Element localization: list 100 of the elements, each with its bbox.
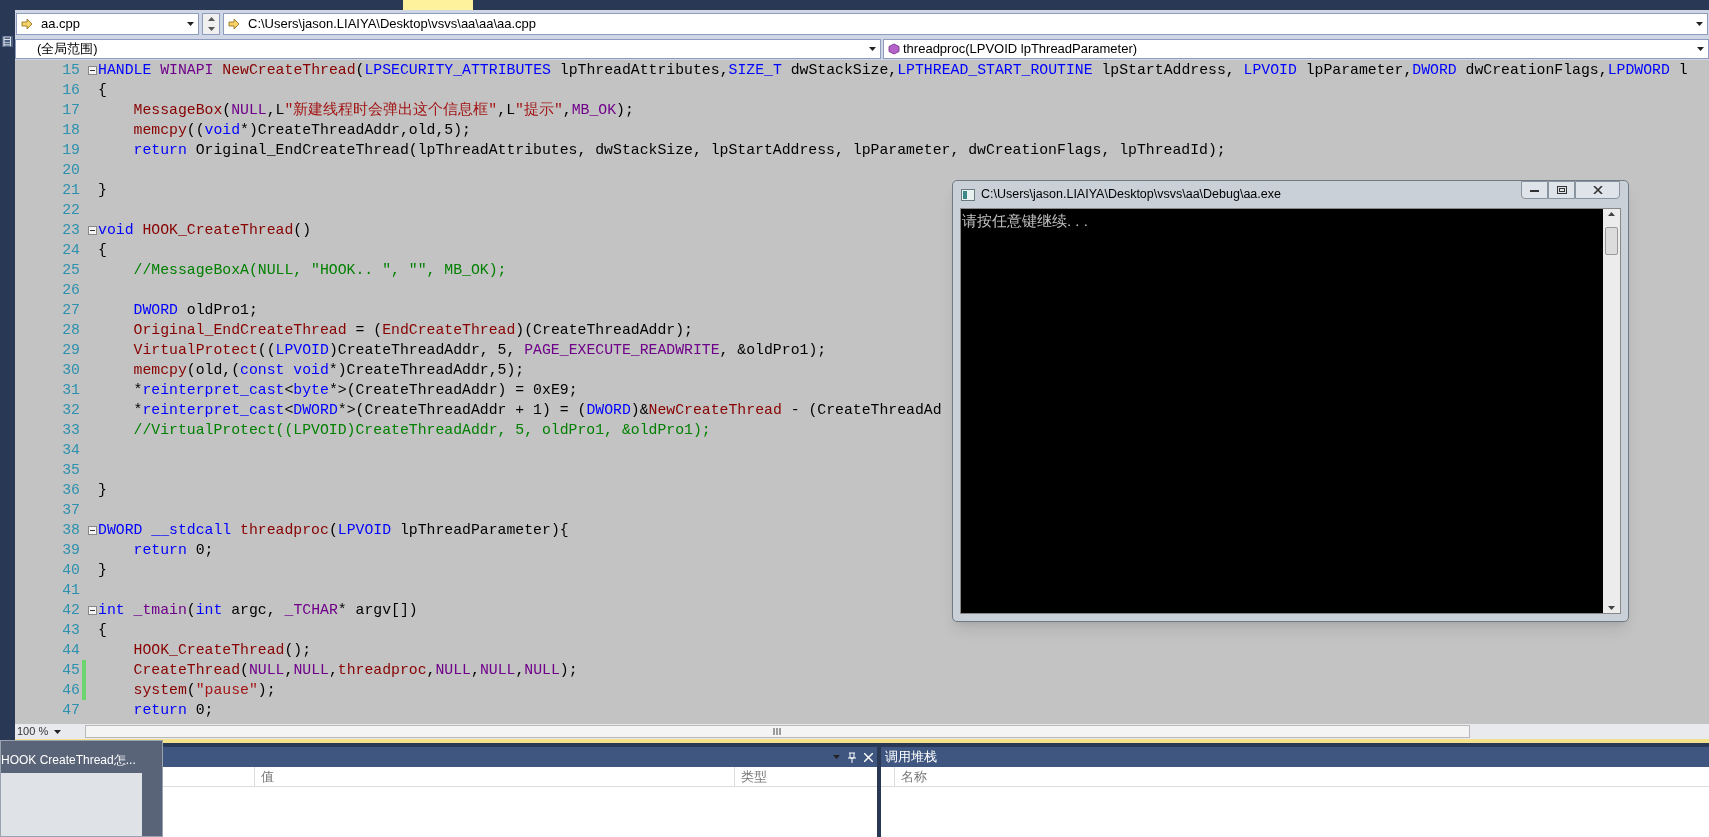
maximize-button[interactable] <box>1548 181 1575 199</box>
line-number: 42 <box>61 600 81 620</box>
path-dropdown[interactable]: C:\Users\jason.LIAIYA\Desktop\vsvs\aa\aa\aa.cpp <box>223 13 1708 35</box>
code-line: MessageBox(NULL,L"新建线程时会弹出这个信息框",L"提示",MB_OK); <box>133 100 634 120</box>
line-number: 28 <box>61 320 81 340</box>
column-header[interactable]: 类型 <box>735 767 877 786</box>
code-line: *reinterpret_cast<DWORD*>(CreateThreadAddr + 1) = (DWORD)&NewCreateThread - (CreateThreadAd <box>133 400 942 420</box>
line-number: 45 <box>61 660 81 680</box>
line-number: 20 <box>61 160 81 180</box>
side-tab-label[interactable]: 目 <box>2 36 13 47</box>
member-dropdown[interactable]: threadproc(LPVOID lpThreadParameter) <box>883 39 1709 59</box>
code-line: CreateThread(NULL,NULL,threadproc,NULL,NULL,NULL); <box>133 660 578 680</box>
scrollbar-thumb[interactable] <box>1605 227 1618 255</box>
taskbar-preview[interactable]: HOOK CreateThread怎... <box>0 740 163 837</box>
code-line: //VirtualProtect((LPVOID)CreateThreadAddr, 5, oldPro1, &oldPro1); <box>133 420 711 440</box>
preview-title: HOOK CreateThread怎... <box>1 752 137 769</box>
line-number: 35 <box>61 460 81 480</box>
code-line: memcpy((void*)CreateThreadAddr,old,5); <box>133 120 471 140</box>
collapse-icon[interactable] <box>87 605 97 615</box>
line-number: 38 <box>61 520 81 540</box>
code-line: { <box>98 80 107 100</box>
line-number: 16 <box>61 80 81 100</box>
code-line: memcpy(old,(const void*)CreateThreadAddr,5); <box>133 360 525 380</box>
dropdown-caret-icon <box>1697 47 1704 51</box>
line-number: 44 <box>61 640 81 660</box>
line-number: 29 <box>61 340 81 360</box>
maximize-icon <box>1556 186 1567 194</box>
pin-icon[interactable] <box>848 751 856 763</box>
column-header[interactable]: 名称 <box>895 767 1709 786</box>
line-number: 40 <box>61 560 81 580</box>
line-number: 25 <box>61 260 81 280</box>
line-number: 27 <box>61 300 81 320</box>
collapse-icon[interactable] <box>87 225 97 235</box>
line-number: 37 <box>61 500 81 520</box>
line-number: 47 <box>61 700 81 720</box>
code-line: { <box>98 240 107 260</box>
close-button[interactable] <box>1575 181 1620 199</box>
scroll-up-icon[interactable] <box>1608 212 1615 216</box>
line-number: 22 <box>61 200 81 220</box>
close-icon <box>1592 186 1603 194</box>
code-line: return 0; <box>133 540 214 560</box>
code-line: { <box>98 620 107 640</box>
line-number: 34 <box>61 440 81 460</box>
line-number: 19 <box>61 140 81 160</box>
line-number: 23 <box>61 220 81 240</box>
code-line: return Original_EndCreateThread(lpThreadAttributes, dwStackSize, lpStartAddress, lpParameter, dwCreationFlags, lpThreadId); <box>133 140 1226 160</box>
code-line: //MessageBoxA(NULL, "HOOK.. ", "", MB_OK); <box>133 260 507 280</box>
line-number: 41 <box>61 580 81 600</box>
code-line: HOOK_CreateThread(); <box>133 640 312 660</box>
grip-icon <box>773 728 782 735</box>
code-line: DWORD oldPro1; <box>133 300 258 320</box>
code-line: HANDLE WINAPI NewCreateThread(LPSECURITY_ATTRIBUTES lpThreadAttributes,SIZE_T dwStackSize,LPTHREAD_START_ROUTINE lpStartAddress, LPVOID lpParameter,DWORD dwCreationFlags,LPDWORD l <box>98 60 1688 80</box>
line-number: 24 <box>61 240 81 260</box>
collapse-icon[interactable] <box>87 525 97 535</box>
line-number: 39 <box>61 540 81 560</box>
code-line: } <box>98 180 107 200</box>
zoom-dropdown[interactable]: 100 % <box>15 724 85 739</box>
console-app-icon <box>961 188 975 201</box>
line-number: 26 <box>61 280 81 300</box>
scroll-down-icon[interactable] <box>1608 606 1615 610</box>
panel-menu-icon <box>833 755 840 759</box>
line-number: 31 <box>61 380 81 400</box>
vertical-scrollbar[interactable] <box>1603 209 1620 613</box>
spin-buttons[interactable] <box>202 13 220 35</box>
code-line: Original_EndCreateThread = (EndCreateThread)(CreateThreadAddr); <box>133 320 693 340</box>
line-number: 33 <box>61 420 81 440</box>
line-number: 15 <box>61 60 81 80</box>
line-number: 21 <box>61 180 81 200</box>
code-line: } <box>98 560 107 580</box>
console-output: 请按任意键继续. . . <box>962 212 1088 229</box>
window-title: C:\Users\jason.LIAIYA\Desktop\vsvs\aa\Debug\aa.exe <box>981 186 1282 204</box>
line-number: 32 <box>61 400 81 420</box>
line-number: 18 <box>61 120 81 140</box>
line-number: 36 <box>61 480 81 500</box>
line-number: 43 <box>61 620 81 640</box>
collapse-icon[interactable] <box>87 65 97 75</box>
scope-dropdown[interactable]: (全局范围) <box>15 39 881 59</box>
line-number: 17 <box>61 100 81 120</box>
code-line: *reinterpret_cast<byte*>(CreateThreadAddr) = 0xE9; <box>133 380 578 400</box>
code-line: void HOOK_CreateThread() <box>98 220 312 240</box>
line-number: 46 <box>61 680 81 700</box>
code-line: DWORD __stdcall threadproc(LPVOID lpThreadParameter){ <box>98 520 569 540</box>
code-line: VirtualProtect((LPVOID)CreateThreadAddr, 5, PAGE_EXECUTE_READWRITE, &oldPro1); <box>133 340 827 360</box>
dropdown-caret-icon <box>1696 22 1703 26</box>
panel-title: 调用堆栈 <box>885 748 937 767</box>
line-number: 30 <box>61 360 81 380</box>
arrow-right-icon <box>21 19 33 29</box>
dropdown-caret-icon <box>869 47 876 51</box>
cube-icon <box>888 43 900 55</box>
code-line: int _tmain(int argc, _TCHAR* argv[]) <box>98 600 418 620</box>
minimize-button[interactable] <box>1521 181 1548 199</box>
horizontal-scrollbar[interactable] <box>85 725 1470 738</box>
arrow-right-icon <box>228 19 240 29</box>
file-dropdown[interactable]: aa.cpp <box>16 13 199 35</box>
column-header[interactable]: 值 <box>255 767 735 786</box>
code-line: return 0; <box>133 700 214 720</box>
dropdown-caret-icon <box>187 22 194 26</box>
minimize-icon <box>1530 188 1539 192</box>
code-line: system("pause"); <box>133 680 276 700</box>
close-icon[interactable] <box>864 752 873 762</box>
